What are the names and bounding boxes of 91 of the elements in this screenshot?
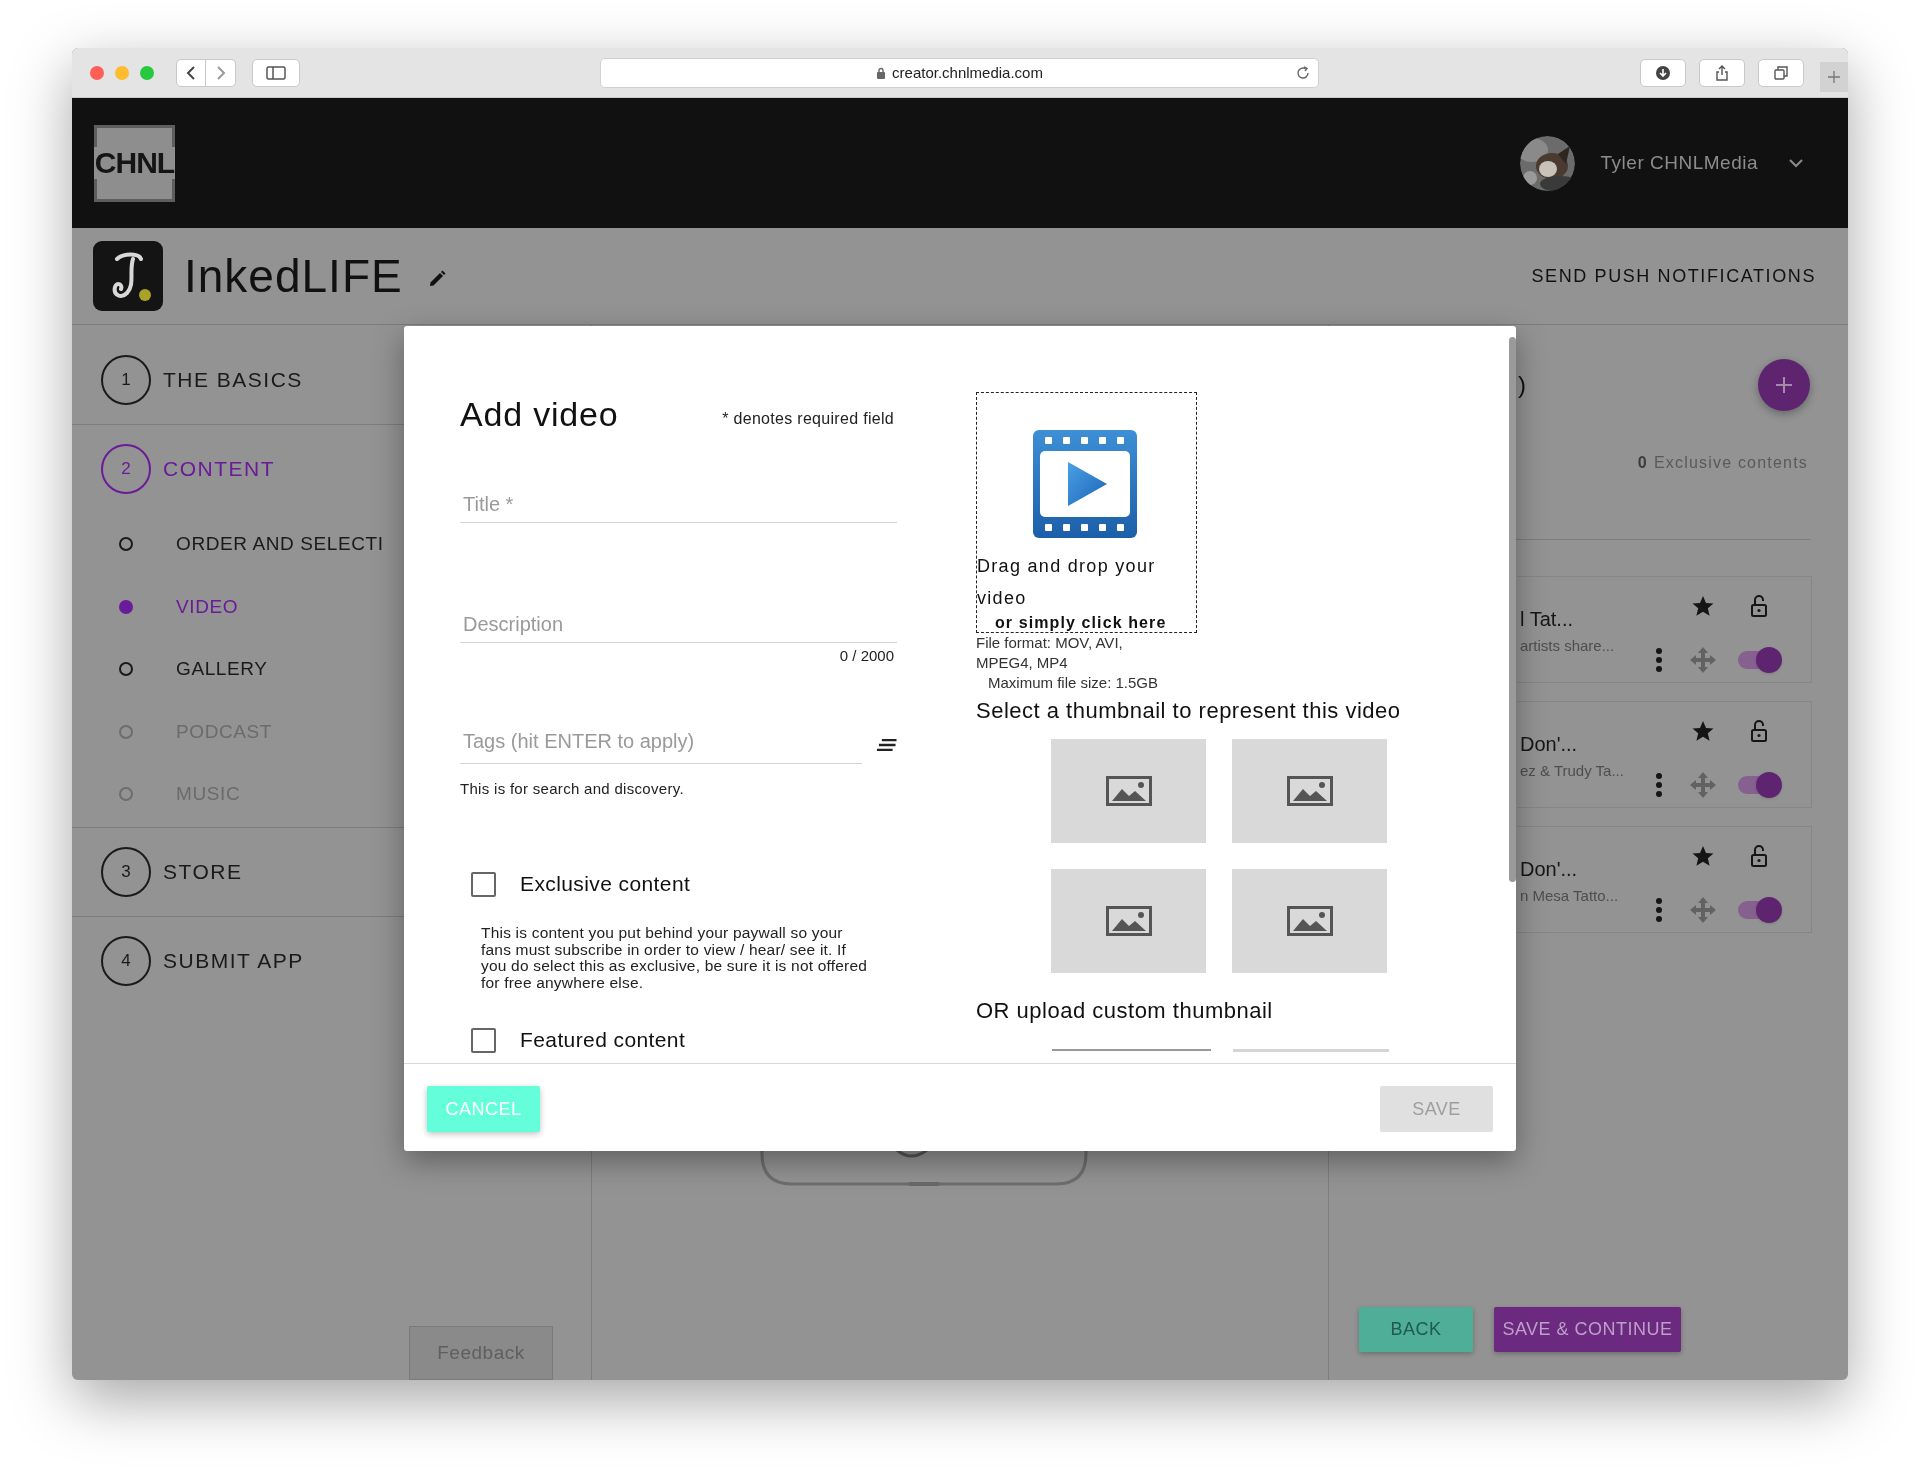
unlocked-icon[interactable]	[1749, 594, 1769, 618]
download-icon	[1655, 65, 1671, 81]
card-title: Don'...	[1520, 857, 1579, 881]
unlocked-icon[interactable]	[1749, 844, 1769, 868]
app-title: InkedLIFE	[184, 248, 403, 304]
exclusive-label: Exclusive contents	[1653, 453, 1808, 473]
thumbnail-option[interactable]	[1051, 869, 1206, 973]
modal-title: Add video	[460, 393, 619, 435]
more-icon[interactable]	[1655, 647, 1663, 673]
logo-text: CHNL	[93, 147, 176, 179]
url-text: creator.chnlmedia.com	[892, 62, 1043, 83]
card-title: Don'...	[1520, 732, 1579, 756]
sidebar-item[interactable]: VIDEO	[176, 592, 239, 621]
content-card[interactable]: Don'... ez & Trudy Ta...	[1517, 701, 1812, 808]
checkbox[interactable]	[471, 1027, 496, 1053]
step-number: 2	[101, 444, 151, 494]
thumbnail-heading: Select a thumbnail to represent this video	[976, 697, 1401, 725]
push-notifications-link[interactable]: SEND PUSH NOTIFICATIONS	[1531, 262, 1816, 290]
star-icon[interactable]	[1691, 844, 1715, 868]
sidebar-item[interactable]: ORDER AND SELECTI	[176, 530, 384, 559]
chevron-left-icon	[185, 65, 197, 81]
plus-icon	[1774, 375, 1794, 395]
image-icon	[1105, 906, 1152, 936]
back-button[interactable]	[176, 59, 206, 87]
back-button[interactable]: BACK	[1359, 1307, 1473, 1352]
step-label[interactable]: SUBMIT APP	[163, 944, 304, 977]
scrollbar[interactable]	[1509, 337, 1516, 882]
thumbnail-option[interactable]	[1232, 869, 1387, 973]
tags-icon[interactable]	[875, 738, 897, 752]
click-here-text: or simply click here	[994, 614, 1168, 632]
app-icon	[93, 241, 163, 311]
checkbox-label[interactable]: Featured content	[520, 1024, 686, 1056]
hint-text: This is for search and discovery.	[460, 780, 685, 798]
file-format-text: File format: MOV, AVI, MPEG4, MP4	[976, 633, 1124, 673]
sidebar-item[interactable]: GALLERY	[176, 655, 268, 684]
add-button[interactable]	[1758, 359, 1810, 411]
step-label[interactable]: THE BASICS	[163, 363, 303, 396]
content-card[interactable]: l Tat... artists share...	[1517, 576, 1812, 683]
star-icon[interactable]	[1691, 719, 1715, 743]
more-icon[interactable]	[1655, 897, 1663, 923]
plus-icon	[1827, 70, 1841, 84]
toggle-switch[interactable]	[1736, 647, 1782, 673]
description-field[interactable]: Description	[460, 607, 897, 643]
step-number: 3	[101, 846, 151, 897]
card-subtitle: n Mesa Tatto...	[1520, 887, 1620, 905]
content-card[interactable]: Don'... n Mesa Tatto...	[1517, 826, 1812, 933]
tabs-button[interactable]	[1758, 59, 1804, 87]
more-icon[interactable]	[1655, 772, 1663, 798]
tags-field[interactable]: Tags (hit ENTER to apply)	[460, 720, 862, 764]
card-title: l Tat...	[1520, 607, 1574, 631]
toggle-switch[interactable]	[1736, 897, 1782, 923]
checkbox[interactable]	[471, 871, 496, 897]
step-label[interactable]: STORE	[163, 855, 243, 888]
step-number: 4	[101, 935, 151, 986]
chevron-down-icon[interactable]	[1788, 158, 1804, 168]
sidebar-icon	[266, 66, 286, 80]
image-icon	[1286, 906, 1333, 936]
toggle-switch[interactable]	[1736, 772, 1782, 798]
card-subtitle: ez & Trudy Ta...	[1520, 762, 1625, 780]
image-icon	[1105, 776, 1152, 806]
description-text: This is content you put behind your paywall so your fans must subscribe in order to view / hear/ see it. If you do select this as exclusive, be sure it is not offered for free anywhere else.	[481, 925, 869, 991]
image-icon	[1286, 776, 1333, 806]
checkbox-label[interactable]: Exclusive content	[520, 868, 691, 900]
thumbnail-option[interactable]	[1232, 739, 1387, 843]
unlocked-icon[interactable]	[1749, 719, 1769, 743]
user-name[interactable]: Tyler CHNLMedia	[1600, 148, 1758, 178]
save-continue-button[interactable]: SAVE & CONTINUE	[1494, 1307, 1681, 1352]
title-field[interactable]: Title *	[460, 487, 897, 523]
sidebar-button[interactable]	[252, 59, 300, 87]
share-button[interactable]	[1699, 59, 1745, 87]
heading-text: )	[1518, 370, 1526, 400]
dropzone-text: Drag and drop your video	[977, 555, 1157, 610]
lock-icon	[876, 67, 887, 79]
step-number: 1	[101, 354, 151, 405]
tabs-icon	[1773, 65, 1789, 81]
video-file-icon	[1032, 429, 1138, 539]
address-bar[interactable]: creator.chnlmedia.com	[600, 58, 1319, 88]
custom-thumbnail-heading: OR upload custom thumbnail	[976, 997, 1274, 1025]
card-subtitle: artists share...	[1520, 637, 1616, 655]
thumbnail-option[interactable]	[1051, 739, 1206, 843]
reload-icon[interactable]	[1296, 66, 1310, 80]
exclusive-count: 0	[1637, 453, 1648, 473]
upload-dropzone[interactable]: Drag and drop your video or simply click here	[976, 392, 1197, 633]
required-note: * denotes required field	[722, 409, 894, 429]
star-icon[interactable]	[1691, 594, 1715, 618]
step-label[interactable]: CONTENT	[163, 453, 275, 485]
chevron-right-icon	[214, 65, 227, 81]
file-size-text: Maximum file size: 1.5GB	[987, 673, 1160, 693]
character-counter: 0 / 2000	[839, 647, 894, 665]
download-button[interactable]	[1640, 59, 1686, 87]
share-icon	[1714, 65, 1730, 81]
